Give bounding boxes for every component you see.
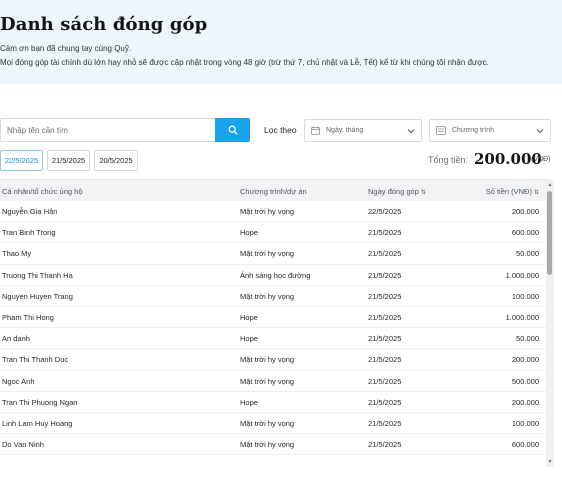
program-cell: Mặt trời hy vọng — [240, 418, 295, 428]
column-header-program: Chương trình/dự án — [240, 187, 307, 196]
program-cell: Mặt trời hy vọng — [240, 376, 295, 386]
donor-cell: An danh — [2, 334, 30, 344]
search-input[interactable] — [0, 118, 216, 142]
search-icon — [228, 125, 238, 135]
sort-icon: ⇅ — [533, 190, 539, 196]
donor-cell: Do Van Ninh — [2, 440, 44, 450]
donor-cell: Truong Thi Thanh Ha — [2, 270, 73, 280]
page-title: Danh sách đóng góp — [0, 14, 208, 35]
table-row: Ngoc Anh Mặt trời hy vọng 21/5/2025 500.000 — [0, 371, 546, 392]
date-cell: 21/5/2025 — [368, 291, 402, 301]
program-cell: Hope — [240, 312, 258, 322]
scroll-down-arrow-icon[interactable]: ▼ — [547, 459, 553, 465]
page-header: Danh sách đóng góp Cảm ơn bạn đã chung t… — [0, 0, 562, 84]
amount-cell: 50.000 — [516, 334, 539, 344]
amount-cell: 100.000 — [511, 418, 539, 428]
program-cell: Hope — [240, 334, 258, 344]
table-row: Nguyễn Gia Hân Mặt trời hy vọng 22/5/2025 2… — [0, 201, 546, 223]
total-unit: (VNĐ) — [531, 156, 551, 163]
amount-cell: 200.000 — [511, 397, 539, 407]
date-cell: 21/5/2025 — [368, 312, 402, 322]
amount-cell: 600.000 — [511, 440, 539, 450]
program-cell: Hope — [240, 397, 258, 407]
date-select-value: Ngày, tháng — [326, 127, 364, 134]
calendar-icon — [311, 126, 320, 135]
amount-cell: 1.000.000 — [505, 312, 539, 322]
program-cell: Mặt trời hy vọng — [240, 291, 295, 301]
donor-cell: Tran Thi Thanh Duc — [2, 355, 69, 365]
program-cell: Mặt trời hy vọng — [240, 355, 295, 365]
table-scrollbar[interactable]: ▲ ▼ — [546, 179, 554, 467]
table-row: An danh Hope 21/5/2025 50.000 — [0, 328, 546, 350]
program-cell: Mặt trời hy vọng — [240, 249, 295, 259]
sort-icon: ⇅ — [420, 190, 426, 196]
column-header-donor: Cá nhân/tổ chức ủng hộ — [2, 187, 83, 196]
scroll-thumb[interactable] — [547, 191, 552, 275]
date-cell: 21/5/2025 — [368, 376, 402, 386]
donor-cell: Nguyen Huyen Trang — [2, 291, 73, 301]
column-header-amount-label: Số tiền (VNĐ) — [485, 187, 532, 196]
column-header-date[interactable]: Ngày đóng góp ⇅ — [368, 187, 426, 196]
donor-cell: Ngoc Anh — [2, 376, 35, 386]
amount-cell: 500.000 — [511, 376, 539, 386]
program-cell: Hope — [240, 228, 258, 238]
table-row: Nguyen Huyen Trang Mặt trời hy vọng 21/5/2… — [0, 286, 546, 307]
table-body: Nguyễn Gia Hân Mặt trời hy vọng 22/5/2025 2… — [0, 201, 546, 467]
program-cell: Mặt trời hy vọng — [240, 207, 295, 216]
program-select-value: Chương trình — [452, 127, 494, 134]
date-cell: 21/5/2025 — [368, 397, 402, 407]
amount-cell: 50.000 — [516, 249, 539, 259]
date-cell: 21/5/2025 — [368, 249, 402, 259]
donor-cell: Tran Thi Phuong Ngan — [2, 397, 78, 407]
amount-cell: 600.000 — [511, 228, 539, 238]
date-chip[interactable]: 21/5/2025 — [47, 150, 90, 171]
filter-label: Lọc theo — [264, 125, 297, 135]
date-cell: 21/5/2025 — [368, 334, 402, 344]
amount-cell: 200.000 — [511, 355, 539, 365]
search-button[interactable] — [215, 118, 250, 142]
donor-cell: Linh Lam Huy Hoang — [2, 418, 73, 428]
list-icon — [436, 126, 446, 135]
chevron-down-icon — [536, 128, 544, 133]
table-row: Pham Thi Hong Hope 21/5/2025 1.000.000 — [0, 307, 546, 329]
table-row: Thao My Mặt trời hy vọng 21/5/2025 50.000 — [0, 243, 546, 265]
date-cell: 21/5/2025 — [368, 440, 402, 450]
donor-cell: Tran Binh Trong — [2, 228, 56, 238]
thank-you-text: Cảm ơn bạn đã chung tay cùng Quỹ. — [0, 44, 132, 53]
table-row: Tran Thi Phuong Ngan Hope 21/5/2025 200.000 — [0, 392, 546, 413]
table-row: Truong Thi Thanh Ha Ánh sáng học đường 21/… — [0, 265, 546, 286]
table-row: Linh Lam Huy Hoang Mặt trời hy vọng 21/5/2… — [0, 413, 546, 435]
date-cell: 21/5/2025 — [368, 270, 402, 280]
program-cell: Ánh sáng học đường — [240, 270, 311, 280]
column-header-amount[interactable]: Số tiền (VNĐ) ⇅ — [486, 187, 539, 196]
donor-cell: Thao My — [2, 249, 32, 259]
program-select[interactable]: Chương trình — [429, 119, 551, 142]
donor-cell: Nguyễn Gia Hân — [2, 207, 58, 216]
table-row: Tran Binh Trong Hope 21/5/2025 600.000 — [0, 222, 546, 244]
amount-cell: 100.000 — [511, 291, 539, 301]
table-row: Tran Thi Thanh Duc Mặt trời hy vọng 21/5/2… — [0, 349, 546, 371]
column-header-date-label: Ngày đóng góp — [368, 187, 419, 196]
date-cell: 22/5/2025 — [368, 207, 402, 216]
total-label: Tổng tiền: — [428, 155, 469, 165]
date-cell: 21/5/2025 — [368, 228, 402, 238]
amount-cell: 200.000 — [511, 207, 539, 216]
date-chip[interactable]: 20/5/2025 — [94, 150, 138, 171]
date-cell: 21/5/2025 — [368, 418, 402, 428]
table-row: Do Van Ninh Mặt trời hy vọng 21/5/2025 600.… — [0, 434, 546, 456]
amount-cell: 1.000.000 — [505, 270, 539, 280]
update-notice-text: Mọi đóng góp tài chính dù lớn hay nhỏ sẽ… — [0, 58, 489, 67]
date-chip[interactable]: 22/5/2025 — [0, 150, 43, 171]
scroll-up-arrow-icon[interactable]: ▲ — [547, 182, 553, 188]
date-cell: 21/5/2025 — [368, 355, 402, 365]
chevron-down-icon — [407, 128, 415, 133]
date-select[interactable]: Ngày, tháng — [304, 119, 422, 142]
program-cell: Mặt trời hy vọng — [240, 440, 295, 450]
donor-cell: Pham Thi Hong — [2, 312, 54, 322]
table-header: Cá nhân/tổ chức ủng hộ Chương trình/dự á… — [0, 179, 546, 201]
